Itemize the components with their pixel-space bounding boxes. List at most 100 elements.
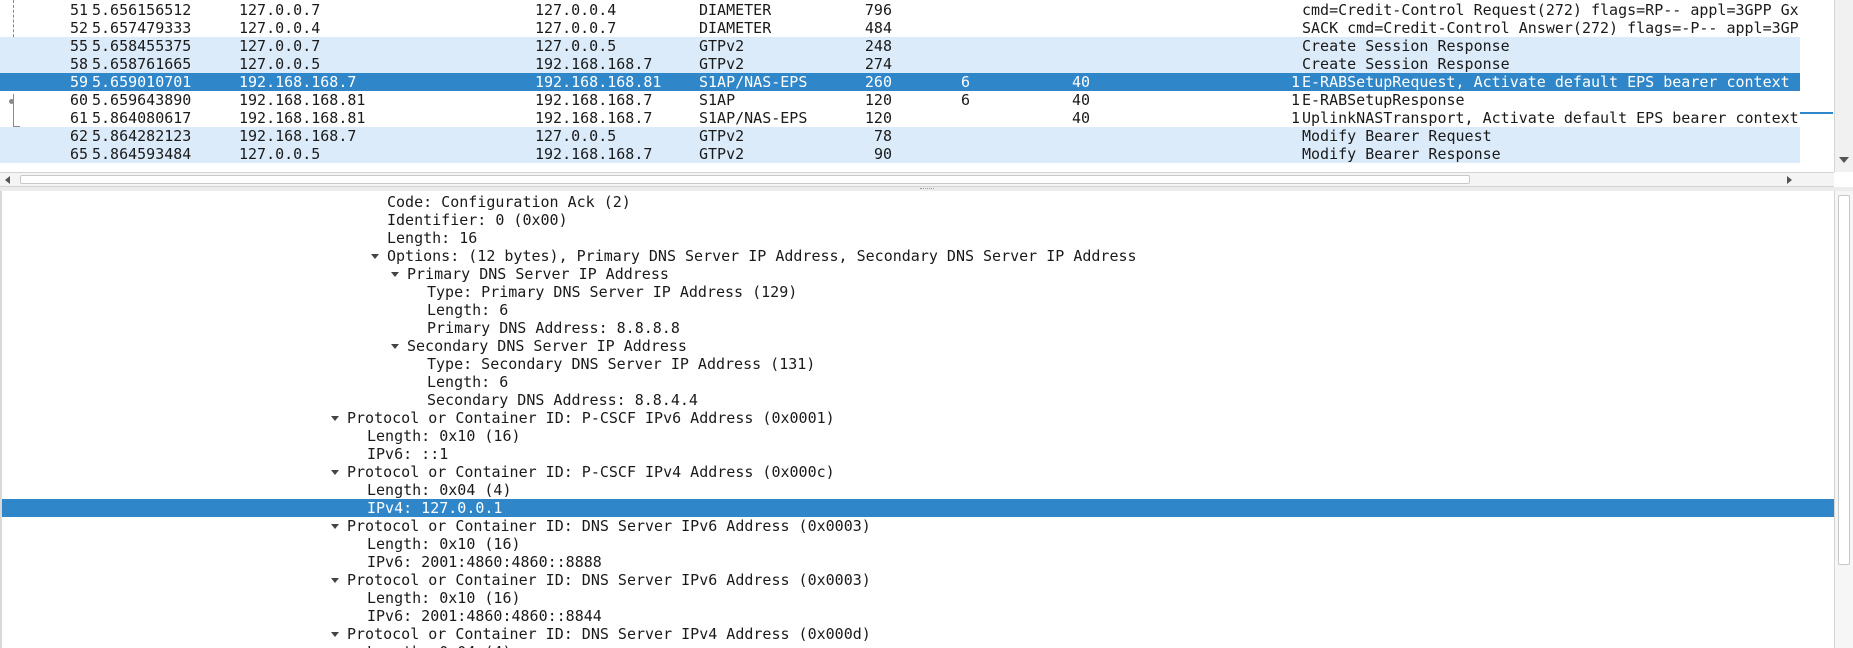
scrollbar-thumb[interactable] xyxy=(20,175,1470,184)
chevron-down-icon[interactable] xyxy=(331,524,339,529)
packet-cell-time: 5.659643890 xyxy=(92,91,192,109)
tree-item[interactable]: Secondary DNS Address: 8.8.4.4 xyxy=(2,391,1834,409)
tree-item[interactable]: Options: (12 bytes), Primary DNS Server … xyxy=(2,247,1834,265)
packet-row[interactable]: 52 5.657479333 127.0.0.4 127.0.0.7 DIAMETER 4… xyxy=(0,19,1800,37)
packet-cell-src: 192.168.168.7 xyxy=(239,73,357,91)
packet-cell-time: 5.864593484 xyxy=(92,145,192,163)
packet-cell-a: 6 xyxy=(960,73,970,91)
packet-cell-info: Create Session Response xyxy=(1302,37,1510,55)
packet-cell-info: SACK cmd=Credit-Control Answer(272) flag… xyxy=(1302,19,1800,37)
packet-cell-time: 5.657479333 xyxy=(92,19,192,37)
tree-item-label: Protocol or Container ID: DNS Server IPv… xyxy=(347,571,871,589)
tree-item-label: Protocol or Container ID: DNS Server IPv… xyxy=(347,625,871,643)
tree-item[interactable]: Length: 0x10 (16) xyxy=(2,535,1834,553)
tree-item[interactable]: Length: 6 xyxy=(2,373,1834,391)
chevron-down-icon[interactable] xyxy=(331,470,339,475)
packet-cell-a: 6 xyxy=(960,91,970,109)
packet-cell-len: 484 xyxy=(864,19,892,37)
packet-cell-time: 5.658455375 xyxy=(92,37,192,55)
packet-cell-time: 5.864282123 xyxy=(92,127,192,145)
tree-item[interactable]: Code: Configuration Ack (2) xyxy=(2,193,1834,211)
tree-item-label: Length: 16 xyxy=(387,229,478,247)
tree-item[interactable]: Protocol or Container ID: P-CSCF IPv4 Ad… xyxy=(2,463,1834,481)
details-vertical-scrollbar[interactable] xyxy=(1834,191,1853,648)
arrow-right-icon[interactable] xyxy=(1787,176,1792,184)
packet-cell-len: 796 xyxy=(864,1,892,19)
tree-item[interactable]: Protocol or Container ID: DNS Server IPv… xyxy=(2,571,1834,589)
chevron-down-icon[interactable] xyxy=(391,344,399,349)
tree-item[interactable]: Type: Primary DNS Server IP Address (129… xyxy=(2,283,1834,301)
packet-cell-dst: 127.0.0.7 xyxy=(535,19,617,37)
packet-cell-proto: S1AP xyxy=(699,91,736,109)
tree-item[interactable]: Length: 0x10 (16) xyxy=(2,589,1834,607)
packet-cell-len: 90 xyxy=(873,145,892,163)
packet-row[interactable]: 61 5.864080617 192.168.168.81 192.168.168.7… xyxy=(0,109,1800,127)
scrollbar-thumb[interactable] xyxy=(1838,195,1850,565)
packet-cell-no: 62 xyxy=(69,127,88,145)
packet-cell-no: 61 xyxy=(69,109,88,127)
packet-cell-dst: 192.168.168.7 xyxy=(535,145,653,163)
packet-cell-dst: 127.0.0.5 xyxy=(535,127,617,145)
packet-cell-info: Modify Bearer Response xyxy=(1302,145,1501,163)
tree-item-label: Protocol or Container ID: P-CSCF IPv6 Ad… xyxy=(347,409,835,427)
packet-cell-proto: DIAMETER xyxy=(699,1,772,19)
tree-item-label: Length: 0x10 (16) xyxy=(367,589,521,607)
chevron-down-icon[interactable] xyxy=(331,578,339,583)
tree-item[interactable]: Length: 6 xyxy=(2,301,1834,319)
packet-cell-info: E-RABSetupRequest, Activate default EPS … xyxy=(1302,73,1790,91)
packet-cell-src: 192.168.168.81 xyxy=(239,109,366,127)
tree-item-label: Primary DNS Address: 8.8.8.8 xyxy=(427,319,680,337)
tree-item[interactable]: Secondary DNS Server IP Address xyxy=(2,337,1834,355)
tree-item[interactable]: Protocol or Container ID: DNS Server IPv… xyxy=(2,625,1834,643)
tree-item[interactable]: Length: 16 xyxy=(2,229,1834,247)
tree-item-label: Protocol or Container ID: P-CSCF IPv4 Ad… xyxy=(347,463,835,481)
packet-row[interactable]: 55 5.658455375 127.0.0.7 127.0.0.5 GTPv2 248 C… xyxy=(0,37,1800,55)
packet-cell-dst: 127.0.0.4 xyxy=(535,1,617,19)
packet-cell-src: 192.168.168.81 xyxy=(239,91,366,109)
packet-row[interactable]: 58 5.658761665 127.0.0.5 192.168.168.7 GTPv2… xyxy=(0,55,1800,73)
packet-list-horizontal-scrollbar[interactable] xyxy=(0,172,1834,187)
packet-row[interactable]: 59 5.659010701 192.168.168.7 192.168.168.81… xyxy=(0,73,1800,91)
chevron-down-icon[interactable] xyxy=(391,272,399,277)
tree-item[interactable]: IPv4: 127.0.0.1 xyxy=(2,499,1834,517)
packet-row[interactable]: 62 5.864282123 192.168.168.7 127.0.0.5 GTPv2… xyxy=(0,127,1800,145)
packet-row[interactable]: 65 5.864593484 127.0.0.5 192.168.168.7 GTPv2… xyxy=(0,145,1800,163)
packet-cell-proto: S1AP/NAS-EPS xyxy=(699,109,808,127)
packet-details-tree[interactable]: Code: Configuration Ack (2) Identifier: 0… xyxy=(0,191,1834,648)
tree-item[interactable]: Length: 0x04 (4) xyxy=(2,481,1834,499)
tree-item-label: Identifier: 0 (0x00) xyxy=(387,211,568,229)
tree-item-label: Options: (12 bytes), Primary DNS Server … xyxy=(387,247,1137,265)
tree-item[interactable]: Length: 0x04 (4) xyxy=(2,643,1834,648)
packet-row[interactable]: 60 5.659643890 192.168.168.81 192.168.168.7… xyxy=(0,91,1800,109)
tree-item-label: Protocol or Container ID: DNS Server IPv… xyxy=(347,517,871,535)
packet-cell-src: 192.168.168.7 xyxy=(239,127,357,145)
packet-cell-info: Modify Bearer Request xyxy=(1302,127,1492,145)
chevron-down-icon[interactable] xyxy=(331,416,339,421)
tree-item[interactable]: Length: 0x10 (16) xyxy=(2,427,1834,445)
packet-cell-len: 260 xyxy=(864,73,892,91)
tree-item-label: Length: 0x04 (4) xyxy=(367,481,512,499)
packet-cell-c: 1 xyxy=(1290,91,1300,109)
chevron-down-icon[interactable] xyxy=(331,632,339,637)
tree-item[interactable]: Protocol or Container ID: DNS Server IPv… xyxy=(2,517,1834,535)
arrow-left-icon[interactable] xyxy=(5,176,10,184)
packet-cell-proto: S1AP/NAS-EPS xyxy=(699,73,808,91)
tree-item[interactable]: Type: Secondary DNS Server IP Address (1… xyxy=(2,355,1834,373)
tree-item[interactable]: Protocol or Container ID: P-CSCF IPv6 Ad… xyxy=(2,409,1834,427)
tree-item-label: IPv6: 2001:4860:4860::8844 xyxy=(367,607,602,625)
tree-item[interactable]: IPv6: ::1 xyxy=(2,445,1834,463)
chevron-down-icon[interactable] xyxy=(371,254,379,259)
tree-item-label: Length: 0x10 (16) xyxy=(367,535,521,553)
packet-row[interactable]: 51 5.656156512 127.0.0.7 127.0.0.4 DIAMETER 7… xyxy=(0,1,1800,19)
packet-cell-no: 60 xyxy=(69,91,88,109)
arrow-down-icon[interactable] xyxy=(1839,157,1849,163)
tree-item[interactable]: IPv6: 2001:4860:4860::8844 xyxy=(2,607,1834,625)
packet-list-vertical-scrollbar[interactable] xyxy=(1834,0,1853,172)
tree-item[interactable]: IPv6: 2001:4860:4860::8888 xyxy=(2,553,1834,571)
tree-item[interactable]: Primary DNS Server IP Address xyxy=(2,265,1834,283)
packet-cell-no: 59 xyxy=(69,73,88,91)
packet-list-pane[interactable]: 51 5.656156512 127.0.0.7 127.0.0.4 DIAMETER 7… xyxy=(0,0,1835,172)
tree-item[interactable]: Identifier: 0 (0x00) xyxy=(2,211,1834,229)
tree-item-label: Secondary DNS Server IP Address xyxy=(407,337,687,355)
tree-item[interactable]: Primary DNS Address: 8.8.8.8 xyxy=(2,319,1834,337)
